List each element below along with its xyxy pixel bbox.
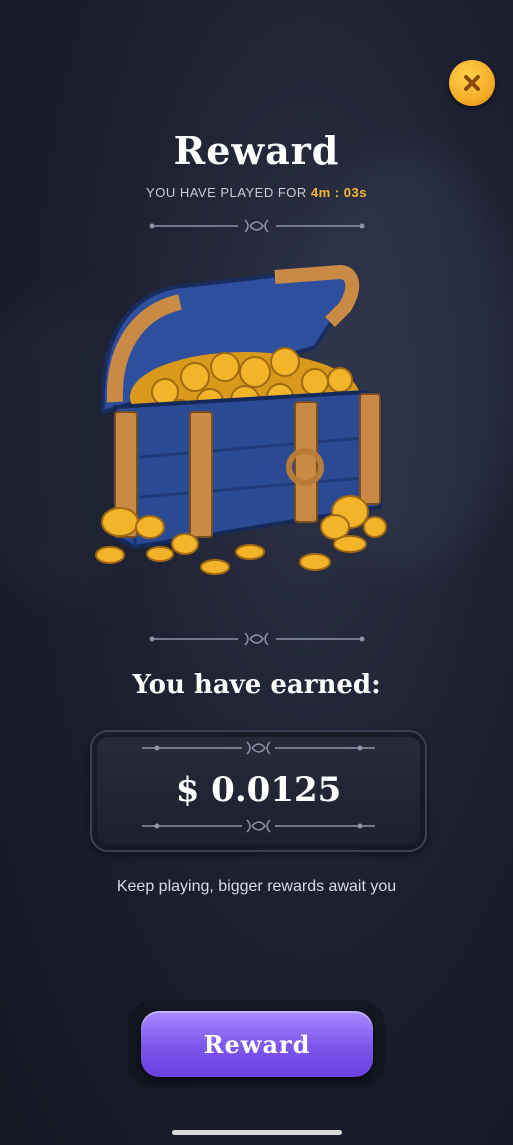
panel-ornament-bottom [142, 819, 375, 833]
earned-amount: $ 0.0125 [175, 770, 342, 810]
panel-ornament-top [142, 741, 375, 755]
treasure-chest-image [95, 264, 387, 575]
page-title: Reward [173, 128, 340, 173]
reward-button[interactable]: Reward [141, 1011, 373, 1077]
earned-amount-panel: $ 0.0125 [90, 730, 427, 852]
close-icon [464, 75, 480, 91]
earned-heading: You have earned: [132, 670, 381, 700]
encouragement-text: Keep playing, bigger rewards await you [116, 878, 397, 895]
play-time-label: YOU HAVE PLAYED FOR [146, 185, 307, 200]
ornament-divider [149, 632, 365, 646]
ornament-divider [149, 219, 365, 233]
home-indicator[interactable] [172, 1130, 342, 1135]
play-time-value: 4m : 03s [310, 185, 367, 200]
close-button[interactable] [449, 60, 495, 106]
play-time-line: YOU HAVE PLAYED FOR 4m : 03s [0, 185, 513, 200]
